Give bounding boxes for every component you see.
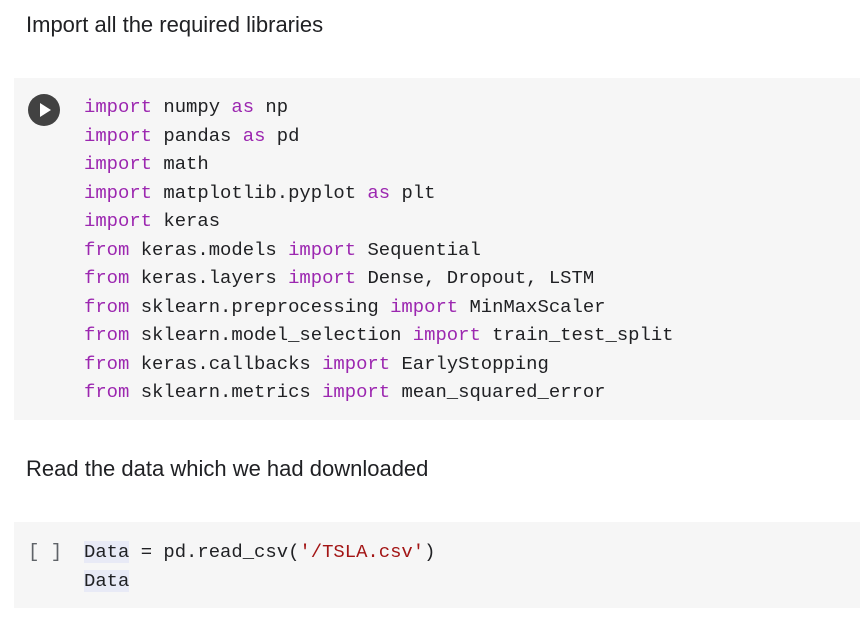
- code-line[interactable]: from sklearn.metrics import mean_squared…: [84, 378, 674, 407]
- code-editor-read-csv[interactable]: Data = pd.read_csv('/TSLA.csv') Data: [84, 538, 435, 595]
- code-token: sklearn.preprocessing: [129, 295, 391, 318]
- code-keyword: import: [412, 324, 481, 346]
- code-string: '/TSLA.csv': [299, 541, 425, 563]
- code-line[interactable]: import pandas as pd: [84, 122, 674, 151]
- code-token: Dense, Dropout, LSTM: [356, 267, 595, 289]
- code-line[interactable]: from keras.models import Sequential: [84, 236, 674, 265]
- code-keyword: from: [84, 238, 130, 261]
- code-line[interactable]: import math: [84, 150, 674, 179]
- code-token: MinMaxScaler: [458, 295, 606, 318]
- code-token: keras.layers: [129, 267, 289, 289]
- code-token: pd: [265, 124, 300, 147]
- code-keyword: as: [242, 124, 266, 147]
- code-line[interactable]: import keras: [84, 207, 674, 236]
- code-keyword: as: [231, 96, 255, 118]
- code-token: numpy: [152, 96, 232, 118]
- code-token: keras.models: [129, 238, 289, 261]
- code-keyword: import: [288, 267, 357, 289]
- code-token: keras.callbacks: [129, 352, 323, 375]
- code-keyword: from: [84, 381, 130, 403]
- code-keyword: import: [322, 352, 391, 375]
- code-line[interactable]: from sklearn.preprocessing import MinMax…: [84, 293, 674, 322]
- code-token: matplotlib.pyplot: [152, 181, 368, 204]
- code-line[interactable]: from sklearn.model_selection import trai…: [84, 321, 674, 350]
- code-keyword: import: [84, 210, 153, 232]
- run-cell-button[interactable]: [28, 94, 60, 126]
- code-token: Data: [84, 541, 130, 563]
- code-token: = pd.read_csv(: [129, 541, 300, 563]
- code-keyword: import: [84, 181, 153, 204]
- code-keyword: from: [84, 324, 130, 346]
- code-token: Data: [84, 569, 130, 592]
- code-keyword: import: [84, 153, 153, 175]
- code-token: np: [254, 96, 289, 118]
- code-token: pandas: [152, 124, 243, 147]
- code-token: sklearn.metrics: [129, 381, 323, 403]
- code-keyword: import: [322, 381, 391, 403]
- markdown-cell-import-heading: Import all the required libraries: [26, 12, 324, 37]
- code-token: train_test_split: [480, 324, 674, 346]
- code-token: plt: [390, 181, 436, 204]
- execution-count-indicator[interactable]: [ ]: [28, 538, 62, 566]
- play-icon: [40, 103, 51, 117]
- code-line[interactable]: from keras.callbacks import EarlyStoppin…: [84, 350, 674, 379]
- code-line[interactable]: Data: [84, 567, 435, 596]
- code-keyword: import: [84, 96, 153, 118]
- code-keyword: from: [84, 295, 130, 318]
- code-token: EarlyStopping: [390, 352, 549, 375]
- code-token: keras: [152, 210, 221, 232]
- code-keyword: from: [84, 267, 130, 289]
- code-editor-imports[interactable]: import numpy as np import pandas as pd imp…: [84, 93, 674, 407]
- code-keyword: import: [390, 295, 459, 318]
- code-cell-read-csv[interactable]: [ ] Data = pd.read_csv('/TSLA.csv') Data: [14, 522, 860, 608]
- code-keyword: import: [288, 238, 357, 261]
- code-token: ): [424, 541, 436, 563]
- code-line[interactable]: import numpy as np: [84, 93, 674, 122]
- code-cell-imports[interactable]: import numpy as np import pandas as pd imp…: [14, 78, 860, 420]
- code-token: math: [152, 153, 209, 175]
- code-token: mean_squared_error: [390, 381, 606, 403]
- code-line[interactable]: import matplotlib.pyplot as plt: [84, 179, 674, 208]
- code-line[interactable]: Data = pd.read_csv('/TSLA.csv'): [84, 538, 435, 567]
- code-token: sklearn.model_selection: [129, 324, 413, 346]
- code-keyword: from: [84, 352, 130, 375]
- code-line[interactable]: from keras.layers import Dense, Dropout,…: [84, 264, 674, 293]
- markdown-cell-read-data: Read the data which we had downloaded: [26, 456, 429, 481]
- code-keyword: as: [367, 181, 391, 204]
- code-keyword: import: [84, 124, 153, 147]
- code-token: Sequential: [356, 238, 481, 261]
